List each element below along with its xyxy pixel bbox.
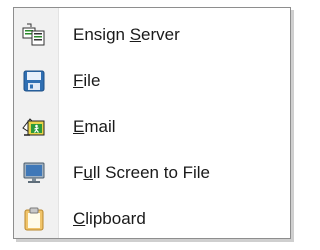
menu-item-ensign-server[interactable]: Ensign Server: [14, 12, 290, 58]
menu-item-email[interactable]: Email: [14, 104, 290, 150]
monitor-icon: [23, 162, 45, 183]
menu-item-label: Full Screen to File: [73, 163, 211, 182]
menu-item-file[interactable]: File: [14, 58, 290, 104]
context-menu: Ensign Server File Email Full Screen to: [13, 7, 291, 239]
floppy-disk-icon: [23, 70, 45, 92]
clipboard-icon: [24, 207, 44, 231]
menu-item-label: Email: [73, 117, 116, 136]
menu-item-label: Ensign Server: [73, 25, 180, 44]
server-send-icon: [22, 23, 45, 46]
menu-item-label: File: [73, 71, 101, 90]
menu-item-label: Clipboard: [73, 209, 146, 228]
email-icon: [22, 118, 45, 136]
menu-item-clipboard[interactable]: Clipboard: [14, 196, 290, 242]
menu-item-full-screen-to-file[interactable]: Full Screen to File: [14, 150, 290, 196]
